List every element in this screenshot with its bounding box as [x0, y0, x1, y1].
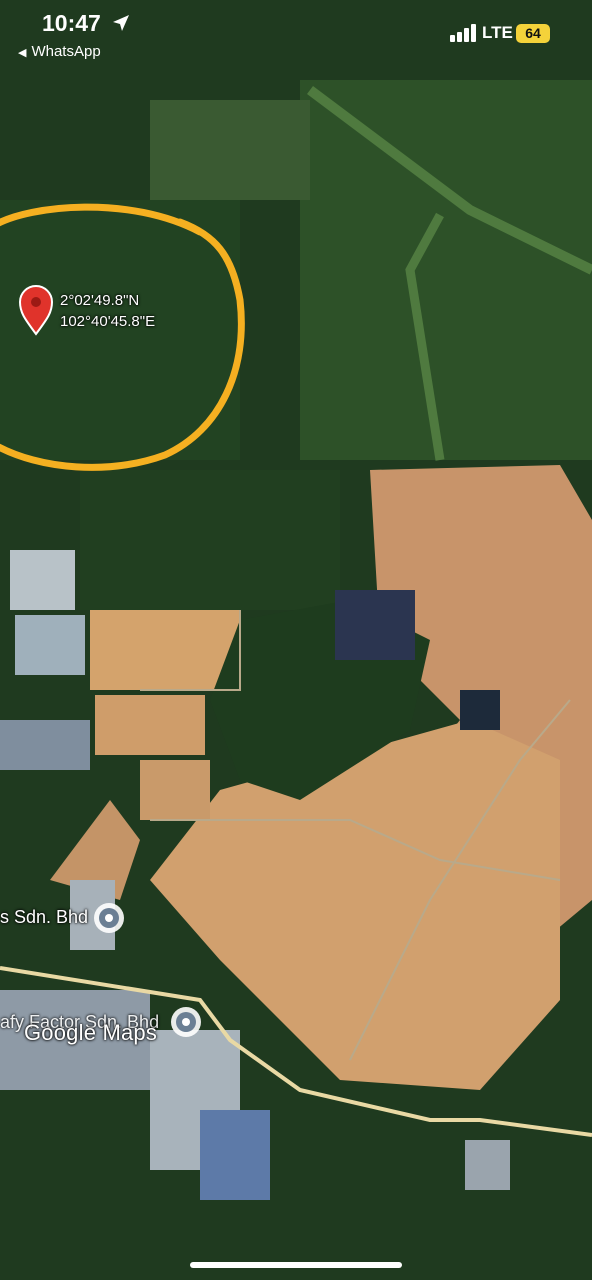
plantation-block	[300, 80, 592, 460]
google-maps-watermark: Google Maps	[24, 1020, 158, 1045]
plantation-block	[150, 100, 310, 200]
industrial-roofs	[465, 1140, 510, 1190]
solar-farm	[335, 590, 415, 660]
home-indicator[interactable]	[190, 1262, 402, 1268]
place-marker-icon[interactable]	[171, 1007, 201, 1037]
industrial-roofs	[200, 1110, 270, 1200]
latitude: 2°02'49.8"N	[60, 292, 140, 309]
network-type: LTE	[482, 23, 513, 42]
cellular-signal-icon	[450, 24, 476, 42]
back-to-app[interactable]: ◀ WhatsApp	[18, 43, 101, 60]
status-bar: 10:47 ◀ WhatsApp LTE 64	[0, 0, 592, 70]
industrial-roofs	[10, 550, 75, 610]
cleared-land	[90, 610, 240, 690]
cleared-land	[140, 760, 210, 820]
clock: 10:47	[42, 10, 101, 36]
place-label[interactable]: s Sdn. Bhd	[0, 907, 88, 928]
pond	[460, 690, 500, 730]
battery-icon: 64	[516, 24, 550, 43]
plantation-block	[80, 470, 340, 610]
industrial-roofs	[0, 720, 90, 770]
location-arrow-icon	[113, 15, 129, 31]
longitude: 102°40'45.8"E	[60, 313, 156, 330]
place-marker-icon[interactable]	[94, 903, 124, 933]
pin-coordinates: 2°02'49.8"N 102°40'45.8"E	[60, 290, 155, 332]
back-app-label: WhatsApp	[31, 43, 101, 60]
back-triangle-icon: ◀	[18, 47, 27, 59]
cleared-land	[95, 695, 205, 755]
satellite-map[interactable]	[0, 0, 592, 1280]
industrial-roofs	[15, 615, 85, 675]
